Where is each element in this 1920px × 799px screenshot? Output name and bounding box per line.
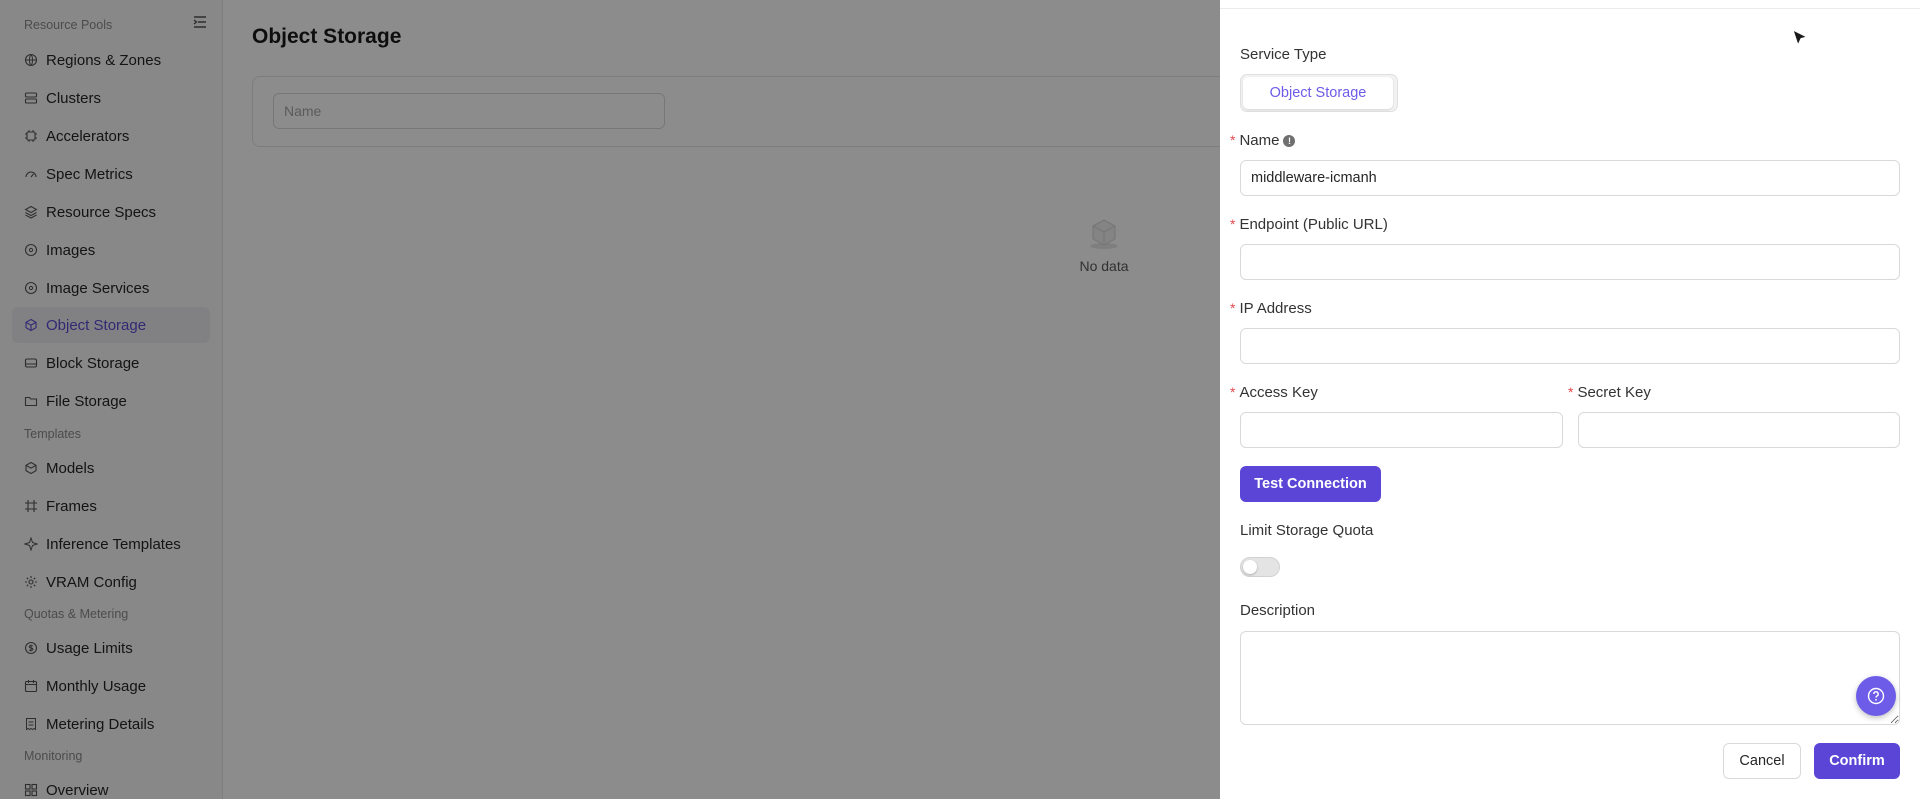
create-storage-drawer: Service Type Object Storage *Name! *Endp… (1220, 0, 1920, 799)
description-label: Description (1240, 602, 1316, 619)
endpoint-label-text: Endpoint (Public URL) (1239, 216, 1388, 233)
service-type-option-object-storage[interactable]: Object Storage (1243, 77, 1393, 109)
required-mark: * (1230, 384, 1236, 400)
cancel-button[interactable]: Cancel (1723, 743, 1801, 779)
question-icon (1867, 687, 1885, 705)
mouse-cursor-icon (1792, 29, 1809, 47)
name-label: * Name! (1230, 132, 1296, 149)
help-button[interactable] (1856, 676, 1896, 716)
description-textarea[interactable] (1240, 631, 1900, 725)
required-mark: * (1568, 384, 1574, 400)
access-key-label: * Access Key (1230, 384, 1318, 401)
ip-address-label-text: IP Address (1239, 300, 1312, 317)
service-type-segmented: Object Storage (1240, 74, 1398, 112)
service-type-label: Service Type (1240, 46, 1327, 63)
drawer-header-divider (1220, 8, 1920, 9)
access-key-input[interactable] (1240, 412, 1563, 448)
secret-key-input[interactable] (1578, 412, 1900, 448)
name-label-text: Name (1239, 132, 1280, 149)
endpoint-label: * Endpoint (Public URL) (1230, 216, 1388, 233)
limit-quota-toggle[interactable] (1240, 557, 1280, 577)
confirm-button[interactable]: Confirm (1814, 743, 1900, 779)
limit-quota-label: Limit Storage Quota (1240, 522, 1374, 539)
test-connection-button[interactable]: Test Connection (1240, 466, 1381, 502)
ip-address-label: * IP Address (1230, 300, 1312, 317)
access-key-label-text: Access Key (1239, 384, 1318, 401)
info-icon[interactable]: ! (1283, 135, 1296, 148)
required-mark: * (1230, 300, 1236, 316)
required-mark: * (1230, 216, 1236, 232)
toggle-knob (1243, 560, 1257, 574)
required-mark: * (1230, 132, 1236, 148)
endpoint-input[interactable] (1240, 244, 1900, 280)
secret-key-label-text: Secret Key (1577, 384, 1651, 401)
ip-address-input[interactable] (1240, 328, 1900, 364)
secret-key-label: * Secret Key (1568, 384, 1651, 401)
name-input[interactable] (1240, 160, 1900, 196)
